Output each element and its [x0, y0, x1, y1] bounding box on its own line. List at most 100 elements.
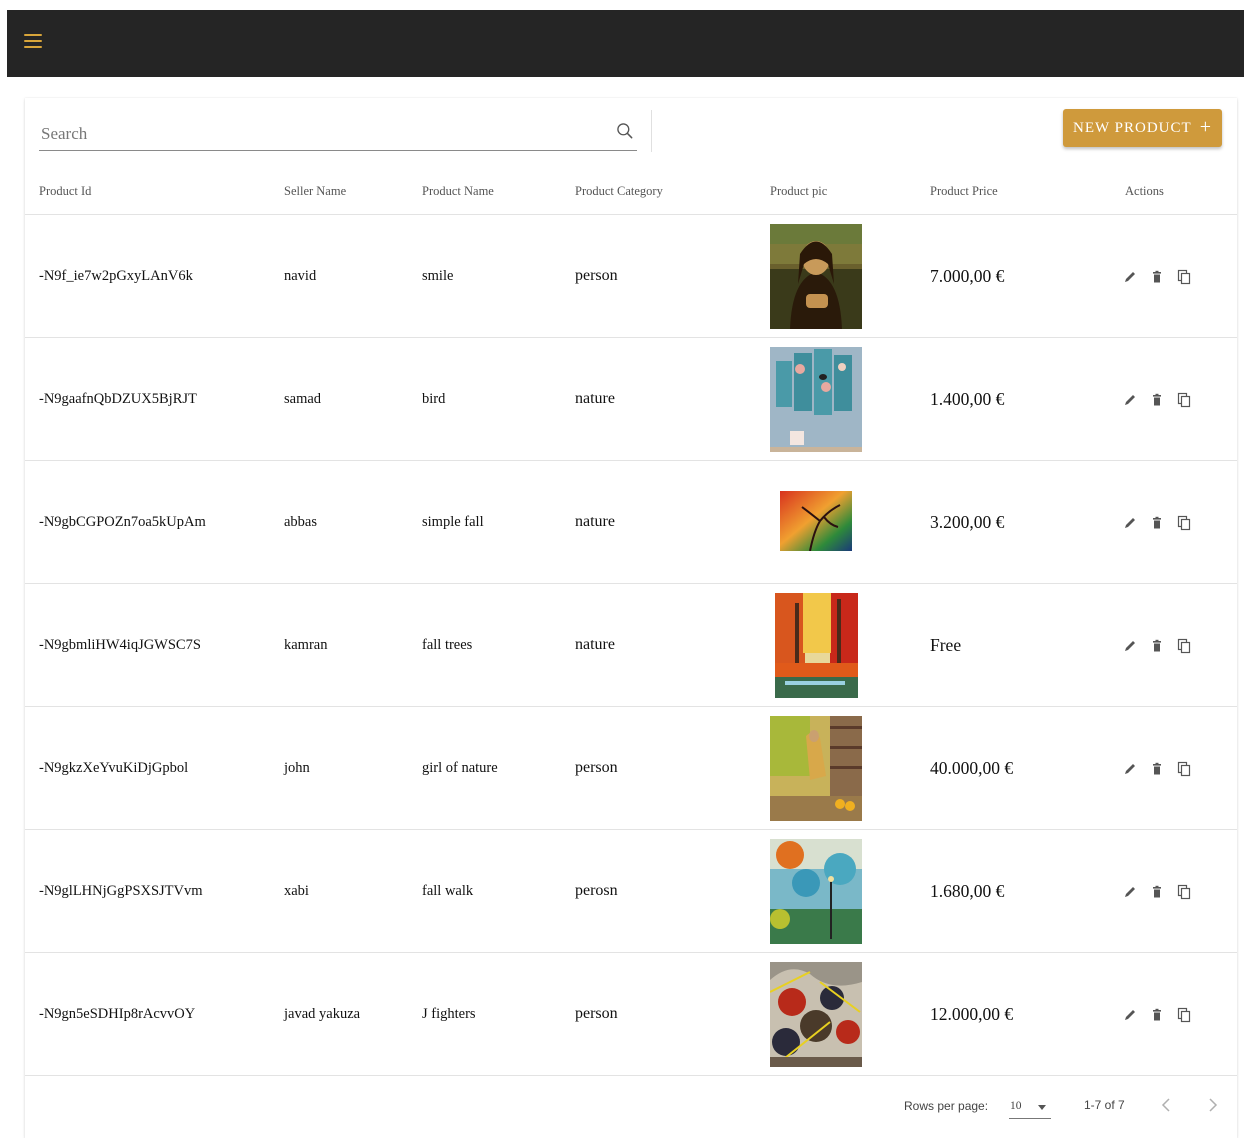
product-name: J fighters: [422, 1005, 476, 1022]
header-product-name[interactable]: Product Name: [422, 184, 494, 199]
product-category: perosn: [575, 882, 618, 899]
header-product-id[interactable]: Product Id: [39, 184, 91, 199]
row-actions: [1123, 269, 1191, 285]
product-price: 40.000,00 €: [930, 757, 1014, 778]
search-input[interactable]: [39, 120, 603, 148]
product-price: Free: [930, 634, 962, 655]
rows-per-page-label: Rows per page:: [904, 1099, 989, 1113]
copy-icon[interactable]: [1177, 1007, 1191, 1023]
plus-icon: +: [1199, 116, 1212, 138]
header-product-category[interactable]: Product Category: [575, 184, 663, 199]
search-icon[interactable]: [615, 121, 635, 141]
product-name: girl of nature: [422, 759, 498, 776]
seller-name: javad yakuza: [284, 1005, 361, 1022]
row-actions: [1123, 761, 1191, 777]
row-actions: [1123, 392, 1191, 408]
rows-per-page-value: 10: [1010, 1100, 1022, 1112]
product-id: -N9gbmliHW4iqJGWSC7S: [39, 636, 201, 653]
table-header: Product Id Seller Name Product Name Prod…: [25, 168, 1237, 215]
new-product-button[interactable]: New Product +: [1063, 109, 1222, 147]
product-category: nature: [575, 636, 615, 653]
table-row: -N9gaafnQbDZUX5BjRJT samad bird nature 1…: [25, 338, 1237, 461]
seller-name: navid: [284, 267, 317, 284]
seller-name: samad: [284, 390, 322, 407]
product-id: -N9gn5eSDHIp8rAcvvOY: [39, 1005, 196, 1022]
table-row: -N9gkzXeYvuKiDjGpbol john girl of nature…: [25, 707, 1237, 830]
copy-icon[interactable]: [1177, 515, 1191, 531]
table-row: -N9gbmliHW4iqJGWSC7S kamran fall trees n…: [25, 584, 1237, 707]
dropdown-caret-icon: [1038, 1105, 1046, 1110]
product-price: 3.200,00 €: [930, 511, 1005, 532]
product-id: -N9gaafnQbDZUX5BjRJT: [39, 390, 197, 407]
product-pic-girl-of-nature: [770, 716, 862, 821]
edit-icon[interactable]: [1123, 884, 1137, 900]
copy-icon[interactable]: [1177, 884, 1191, 900]
pagination-footer: Rows per page: 10 1-7 of 7: [25, 1078, 1237, 1138]
product-pic-autumn-tree: [780, 491, 852, 551]
product-id: -N9gbCGPOZn7oa5kUpAm: [39, 513, 206, 530]
rows-per-page-select[interactable]: 10: [1009, 1094, 1051, 1119]
product-price: 1.680,00 €: [930, 880, 1005, 901]
edit-icon[interactable]: [1123, 515, 1137, 531]
delete-icon[interactable]: [1150, 515, 1164, 531]
delete-icon[interactable]: [1150, 1007, 1164, 1023]
product-pic-bird-panels: [770, 347, 862, 452]
seller-name: kamran: [284, 636, 328, 653]
product-name: bird: [422, 390, 446, 407]
header-product-price[interactable]: Product Price: [930, 184, 998, 199]
edit-icon[interactable]: [1123, 269, 1137, 285]
edit-icon[interactable]: [1123, 1007, 1137, 1023]
product-pic-j-fighters: [770, 962, 862, 1067]
product-category: nature: [575, 513, 615, 530]
product-name: simple fall: [422, 513, 484, 530]
copy-icon[interactable]: [1177, 761, 1191, 777]
product-pic-fall-trees: [775, 593, 858, 698]
product-category: person: [575, 1005, 618, 1022]
row-actions: [1123, 638, 1191, 654]
edit-icon[interactable]: [1123, 761, 1137, 777]
seller-name: abbas: [284, 513, 318, 530]
new-product-label: New Product: [1073, 119, 1192, 136]
toolbar-divider: [651, 110, 652, 152]
product-price: 12.000,00 €: [930, 1003, 1014, 1024]
product-category: person: [575, 267, 618, 284]
product-category: person: [575, 759, 618, 776]
edit-icon[interactable]: [1123, 392, 1137, 408]
product-pic-fall-walk: [770, 839, 862, 944]
products-table-card: New Product + Product Id Seller Name Pro…: [25, 98, 1237, 1138]
product-category: nature: [575, 390, 615, 407]
search-field: [39, 116, 637, 151]
product-price: 1.400,00 €: [930, 388, 1005, 409]
product-name: fall trees: [422, 636, 473, 653]
chevron-left-icon[interactable]: [1155, 1093, 1179, 1117]
page-range: 1-7 of 7: [1084, 1098, 1125, 1112]
product-name: smile: [422, 267, 454, 284]
product-id: -N9gkzXeYvuKiDjGpbol: [39, 759, 189, 776]
seller-name: xabi: [284, 882, 309, 899]
delete-icon[interactable]: [1150, 638, 1164, 654]
copy-icon[interactable]: [1177, 269, 1191, 285]
delete-icon[interactable]: [1150, 269, 1164, 285]
delete-icon[interactable]: [1150, 884, 1164, 900]
chevron-right-icon[interactable]: [1200, 1093, 1224, 1117]
copy-icon[interactable]: [1177, 638, 1191, 654]
app-bar: [7, 10, 1244, 77]
table-row: -N9gn5eSDHIp8rAcvvOY javad yakuza J figh…: [25, 953, 1237, 1076]
header-seller-name[interactable]: Seller Name: [284, 184, 346, 199]
row-actions: [1123, 1007, 1191, 1023]
delete-icon[interactable]: [1150, 761, 1164, 777]
delete-icon[interactable]: [1150, 392, 1164, 408]
table-row: -N9gbCGPOZn7oa5kUpAm abbas simple fall n…: [25, 461, 1237, 584]
table-row: -N9glLHNjGgPSXSJTVvm xabi fall walk pero…: [25, 830, 1237, 953]
product-name: fall walk: [422, 882, 474, 899]
edit-icon[interactable]: [1123, 638, 1137, 654]
row-actions: [1123, 884, 1191, 900]
table-row: -N9f_ie7w2pGxyLAnV6k navid smile person …: [25, 215, 1237, 338]
seller-name: john: [284, 759, 310, 776]
header-product-pic: Product pic: [770, 184, 828, 198]
product-price: 7.000,00 €: [930, 265, 1005, 286]
product-id: -N9f_ie7w2pGxyLAnV6k: [39, 267, 193, 284]
copy-icon[interactable]: [1177, 392, 1191, 408]
row-actions: [1123, 515, 1191, 531]
menu-icon[interactable]: [24, 34, 42, 52]
